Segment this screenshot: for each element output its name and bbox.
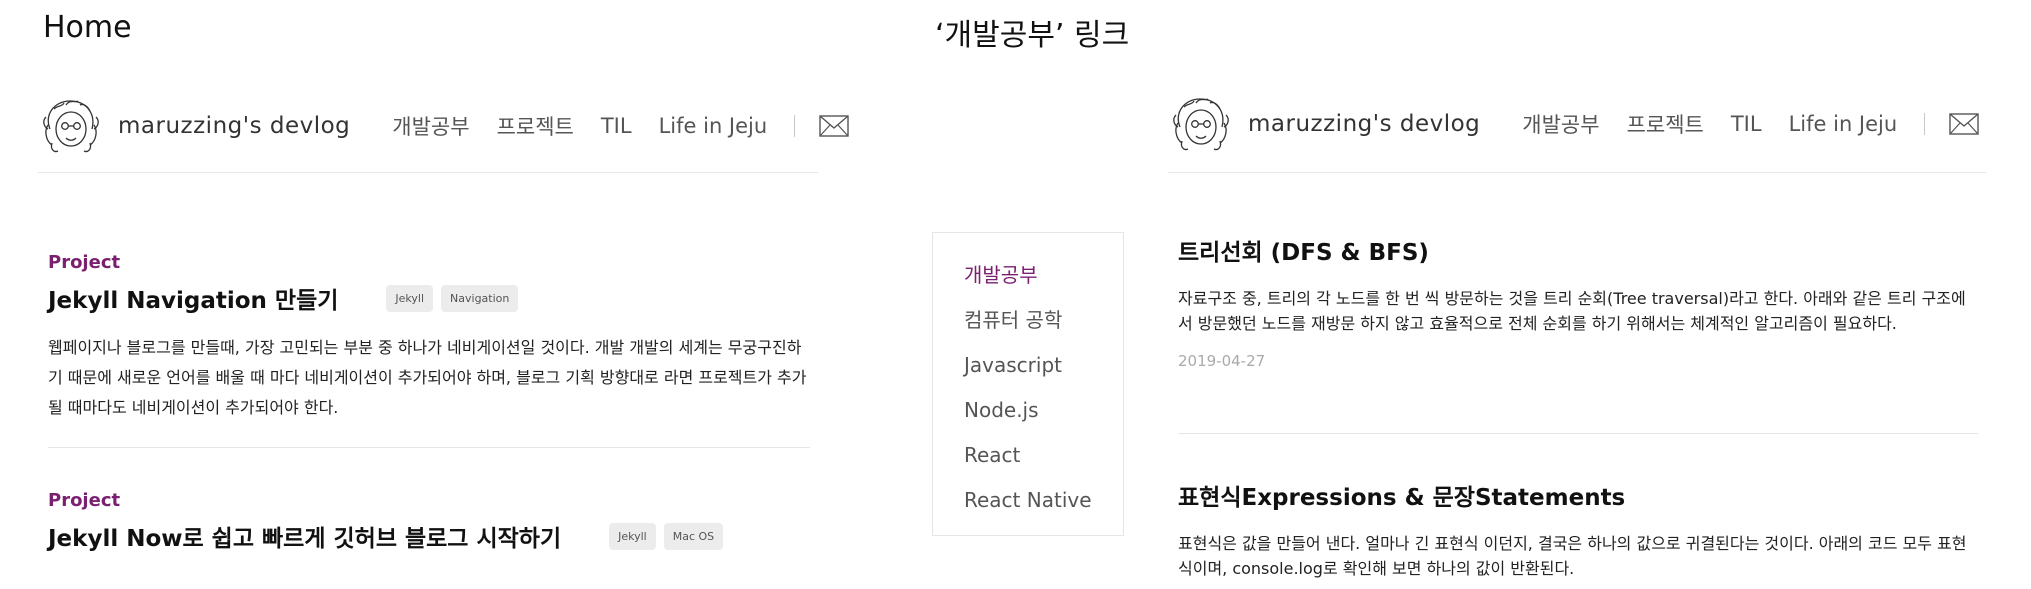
post-card[interactable]: 트리선회 (DFS & BFS) 자료구조 중, 트리의 각 노드를 한 번 씩… (1178, 233, 1978, 370)
post-excerpt: 웹페이지나 블로그를 만들때, 가장 고민되는 부분 중 하나가 네비게이션일 … (48, 338, 807, 417)
post-excerpt: 표현식은 값을 만들어 낸다. 얼마나 긴 표현식 이던지, 결국은 하나의 값… (1178, 534, 1967, 578)
nav-divider (1924, 113, 1926, 135)
sidebar-item-javascript[interactable]: Javascript (933, 348, 1123, 393)
tag-badge[interactable]: Mac OS (663, 522, 724, 550)
header-divider (38, 172, 818, 173)
post-card[interactable]: 표현식Expressions & 문장Statements 표현식은 값을 만들… (1178, 478, 1978, 581)
header-divider (1168, 172, 1986, 173)
nav-item-life-in-jeju[interactable]: Life in Jeju (1789, 112, 1898, 136)
nav-divider (794, 115, 796, 137)
sidebar-item-react[interactable]: React (933, 438, 1123, 483)
post-category[interactable]: Project (48, 252, 810, 273)
tag-badge[interactable]: Jekyll (609, 522, 656, 550)
home-panel: maruzzing's devlog 개발공부 프로젝트 TIL Life in… (0, 0, 900, 589)
nav-item-dev-study[interactable]: 개발공부 (392, 111, 469, 141)
site-title[interactable]: maruzzing's devlog (118, 113, 350, 139)
category-sidebar: 개발공부 컴퓨터 공학 Javascript Node.js React Rea… (932, 232, 1124, 536)
avatar-sketch-icon[interactable] (1170, 93, 1232, 155)
nav-item-projects[interactable]: 프로젝트 (1627, 109, 1704, 139)
nav-item-life-in-jeju[interactable]: Life in Jeju (659, 114, 768, 138)
nav-item-til[interactable]: TIL (1731, 112, 1762, 136)
post-tags: Jekyll Navigation (386, 284, 526, 312)
site-title[interactable]: maruzzing's devlog (1248, 111, 1480, 137)
post-card[interactable]: Project Jekyll Now로 쉽고 빠르게 깃허브 블로그 시작하기 … (48, 490, 810, 553)
dev-study-panel: maruzzing's devlog 개발공부 프로젝트 TIL Life in… (900, 0, 2031, 589)
avatar-sketch-icon[interactable] (40, 95, 102, 157)
nav-item-projects[interactable]: 프로젝트 (497, 111, 574, 141)
sidebar-item-dev-study[interactable]: 개발공부 (933, 258, 1123, 303)
main-nav: 개발공부 프로젝트 TIL Life in Jeju (392, 111, 849, 141)
sidebar-item-computer-science[interactable]: 컴퓨터 공학 (933, 303, 1123, 348)
post-divider (1178, 433, 1978, 434)
post-divider (48, 447, 810, 448)
post-category[interactable]: Project (48, 490, 810, 511)
post-title[interactable]: Jekyll Navigation 만들기 (48, 281, 338, 315)
site-header: maruzzing's devlog 개발공부 프로젝트 TIL Life in… (1170, 86, 1979, 162)
envelope-icon[interactable] (1949, 113, 1979, 135)
post-date: 2019-04-27 (1178, 352, 1266, 370)
envelope-icon[interactable] (819, 115, 849, 137)
sidebar-item-react-native[interactable]: React Native (933, 483, 1123, 528)
nav-item-til[interactable]: TIL (601, 114, 632, 138)
post-tags: Jekyll Mac OS (609, 522, 731, 550)
post-excerpt: 자료구조 중, 트리의 각 노드를 한 번 씩 방문하는 것을 트리 순회(Tr… (1178, 289, 1966, 333)
tag-badge[interactable]: Navigation (441, 284, 519, 312)
main-nav: 개발공부 프로젝트 TIL Life in Jeju (1522, 109, 1979, 139)
site-header: maruzzing's devlog 개발공부 프로젝트 TIL Life in… (40, 88, 849, 164)
post-card[interactable]: Project Jekyll Navigation 만들기 Jekyll Nav… (48, 252, 810, 423)
post-title[interactable]: Jekyll Now로 쉽고 빠르게 깃허브 블로그 시작하기 (48, 519, 561, 553)
nav-item-dev-study[interactable]: 개발공부 (1522, 109, 1599, 139)
post-title[interactable]: 표현식Expressions & 문장Statements (1178, 478, 1978, 512)
post-title[interactable]: 트리선회 (DFS & BFS) (1178, 233, 1978, 267)
tag-badge[interactable]: Jekyll (386, 284, 434, 312)
sidebar-item-nodejs[interactable]: Node.js (933, 393, 1123, 438)
